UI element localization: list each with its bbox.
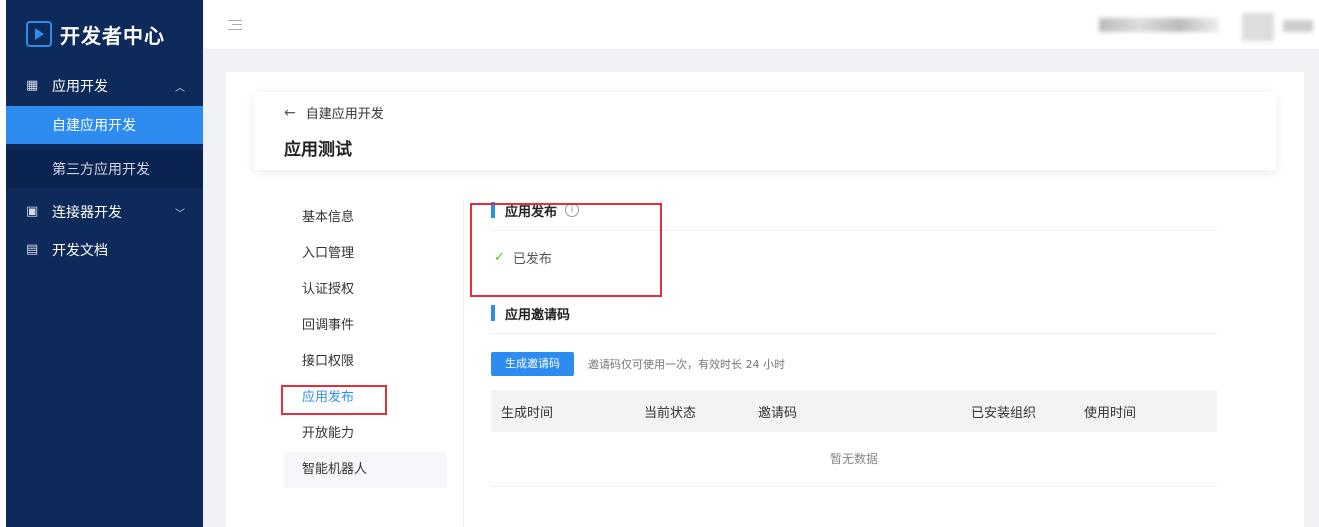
avatar[interactable] [1242,13,1274,41]
nav-item-entry-management[interactable]: 入口管理 [284,236,446,272]
empty-state-text: 暂无数据 [491,432,1217,487]
column-header: 使用时间 [1074,390,1217,432]
invite-table: 生成时间 当前状态 邀请码 已安装组织 使用时间 暂无数据 [491,390,1217,487]
main-panel: ← 自建应用开发 应用测试 基本信息 入口管理 认证授权 回调事件 接口权限 应… [226,72,1304,527]
page-title: 应用测试 [284,140,352,160]
column-header: 已安装组织 [961,390,1074,432]
sidebar-group-dev-docs[interactable]: ▤ 开发文档 [6,230,203,270]
collapse-menu-icon[interactable] [228,20,242,30]
generate-invite-code-button[interactable]: 生成邀请码 [491,352,574,376]
chevron-down-icon: ﹀ [175,208,185,220]
user-name-blurred [1099,18,1219,32]
nav-item-smart-bot[interactable]: 智能机器人 [284,452,446,488]
back-link-label[interactable]: 自建应用开发 [306,103,384,122]
nav-divider [463,200,464,527]
back-link[interactable]: ← 自建应用开发 [284,103,384,123]
column-header: 生成时间 [491,390,634,432]
arrow-left-icon[interactable]: ← [284,105,296,121]
highlight-box-nav-publish [281,385,387,415]
brand-logo-icon [26,21,52,47]
invite-actions: 生成邀请码 邀请码仅可使用一次，有效时长 24 小时 [491,352,1217,376]
section-accent-bar [491,305,495,321]
invite-tip: 邀请码仅可使用一次，有效时长 24 小时 [588,358,785,371]
box-icon: ▣ [26,204,39,219]
settings-nav: 基本信息 入口管理 认证授权 回调事件 接口权限 应用发布 开放能力 智能机器人 [284,200,446,488]
sidebar-group-label: 应用开发 [52,79,108,95]
grid-icon: ▦ [26,78,39,93]
sidebar-group-label: 连接器开发 [52,205,122,221]
sidebar-item-custom-app[interactable]: 自建应用开发 [6,106,203,144]
brand[interactable]: 开发者中心 [6,0,203,68]
page-header: ← 自建应用开发 应用测试 [254,92,1276,170]
sidebar-item-third-party-app[interactable]: 第三方应用开发 [6,150,203,188]
section-title-invite: 应用邀请码 [491,303,1217,323]
table-header-row: 生成时间 当前状态 邀请码 已安装组织 使用时间 [491,390,1217,432]
user-menu-blurred[interactable] [1283,20,1313,32]
nav-item-api-permissions[interactable]: 接口权限 [284,344,446,380]
highlight-box-publish-status [470,203,662,297]
brand-title: 开发者中心 [60,23,165,48]
nav-item-auth[interactable]: 认证授权 [284,272,446,308]
sidebar: 开发者中心 ▦ 应用开发 ︿ 自建应用开发 第三方应用开发 ▣ 连接器开发 ﹀ … [6,0,203,527]
sidebar-group-label: 开发文档 [52,243,108,259]
top-bar [203,0,1319,50]
doc-icon: ▤ [26,242,39,257]
section-title-text: 应用邀请码 [505,307,571,323]
column-header: 邀请码 [748,390,961,432]
sidebar-group-connector-dev[interactable]: ▣ 连接器开发 ﹀ [6,192,203,232]
table-row: 暂无数据 [491,432,1217,487]
column-header: 当前状态 [634,390,748,432]
nav-item-open-capabilities[interactable]: 开放能力 [284,416,446,452]
nav-item-basic-info[interactable]: 基本信息 [284,200,446,236]
divider [491,333,1217,334]
nav-item-callback-events[interactable]: 回调事件 [284,308,446,344]
chevron-up-icon: ︿ [175,82,185,94]
sidebar-group-app-dev[interactable]: ▦ 应用开发 ︿ [6,66,203,106]
